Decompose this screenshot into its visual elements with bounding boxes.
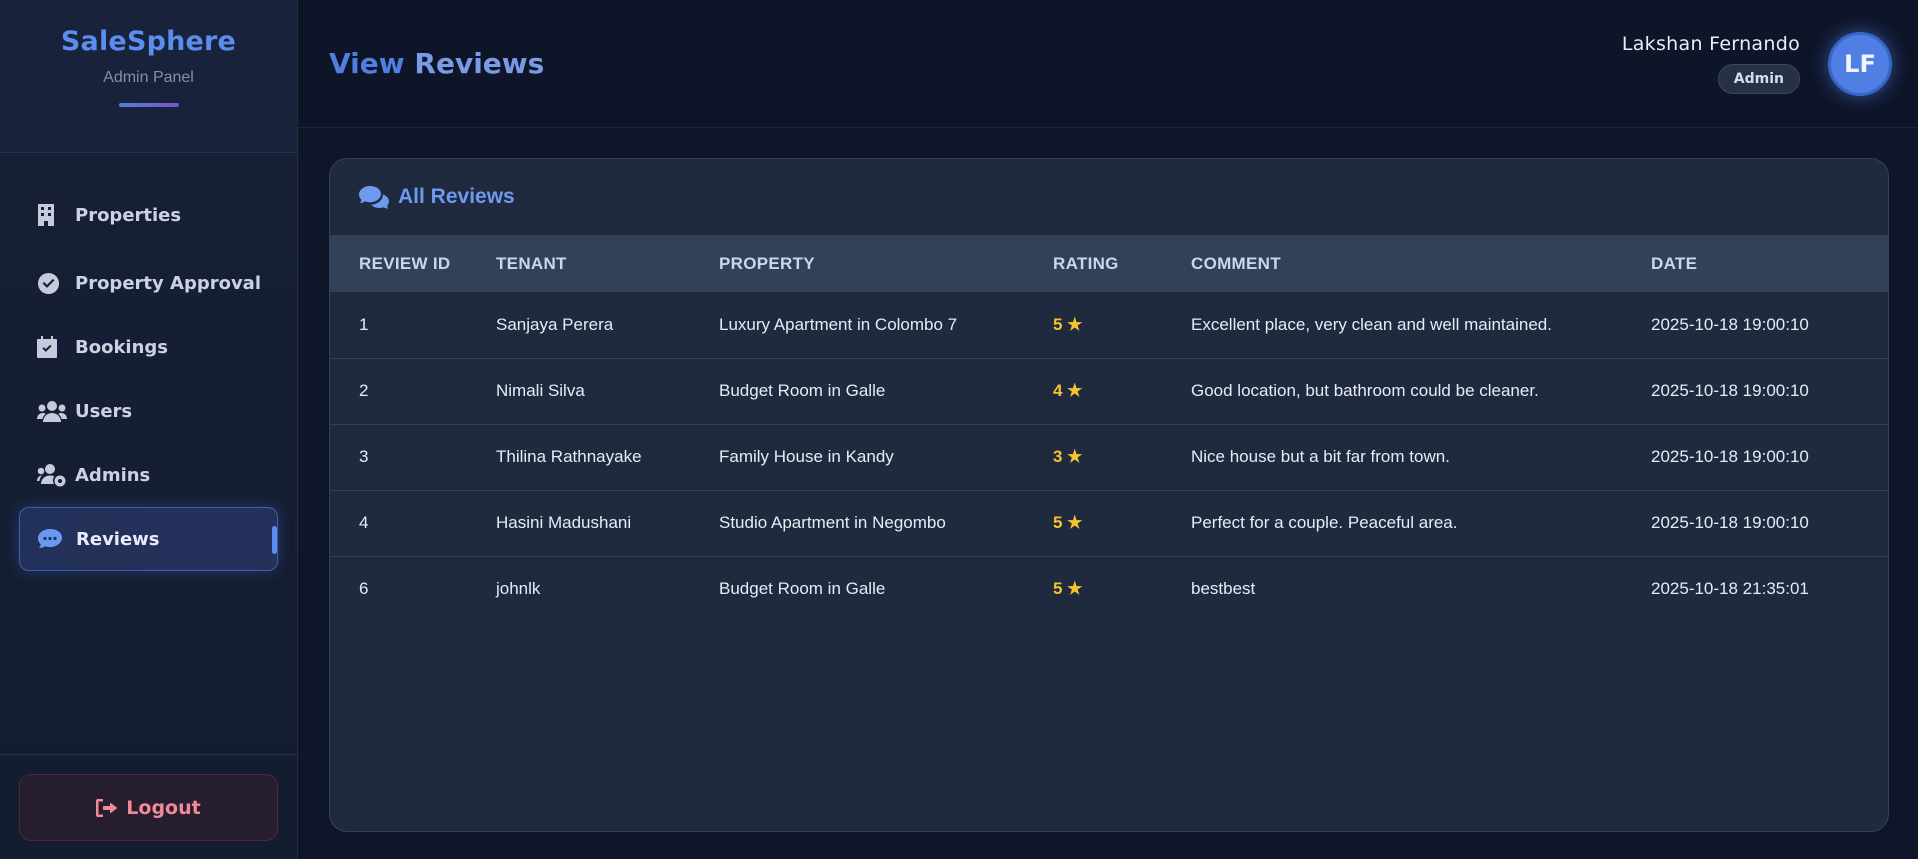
cell-tenant: Sanjaya Perera bbox=[496, 292, 719, 359]
cell-date: 2025-10-18 19:00:10 bbox=[1651, 358, 1888, 425]
cell-review-id: 4 bbox=[330, 490, 496, 557]
brand-underline bbox=[118, 103, 179, 107]
cell-comment: Perfect for a couple. Peaceful area. bbox=[1191, 490, 1651, 557]
brand-subtitle: Admin Panel bbox=[103, 69, 194, 86]
table-header-row: REVIEW ID TENANT PROPERTY RATING COMMENT… bbox=[330, 235, 1888, 292]
cell-property: Studio Apartment in Negombo bbox=[719, 490, 1053, 557]
page-title-part1: View bbox=[329, 47, 405, 80]
user-name: Lakshan Fernando bbox=[1621, 33, 1800, 55]
sidebar-item-users[interactable]: Users bbox=[19, 379, 278, 443]
users-icon bbox=[37, 400, 67, 422]
sidebar-footer: Logout bbox=[0, 754, 297, 859]
cell-comment: Nice house but a bit far from town. bbox=[1191, 424, 1651, 491]
cell-date: 2025-10-18 19:00:10 bbox=[1651, 424, 1888, 491]
building-icon bbox=[37, 204, 67, 226]
sidebar-item-property-approval[interactable]: Property Approval bbox=[19, 251, 278, 315]
active-indicator bbox=[272, 526, 277, 554]
cell-rating: 3 ★ bbox=[1053, 424, 1191, 491]
cell-property: Budget Room in Galle bbox=[719, 358, 1053, 425]
sidebar-nav: Properties Property Approval Bookings Us… bbox=[0, 153, 297, 579]
cell-date: 2025-10-18 21:35:01 bbox=[1651, 579, 1809, 599]
table-row: 1 Sanjaya Perera Luxury Apartment in Col… bbox=[330, 292, 1888, 359]
app: SaleSphere Admin Panel Properties Proper… bbox=[0, 0, 1918, 859]
card-header: All Reviews bbox=[330, 159, 1888, 235]
sidebar-item-properties[interactable]: Properties bbox=[19, 183, 278, 247]
page-title: View Reviews bbox=[329, 47, 544, 80]
cell-comment: Excellent place, very clean and well mai… bbox=[1191, 292, 1651, 359]
col-review-id: REVIEW ID bbox=[359, 253, 451, 273]
cell-rating: 5 ★ bbox=[1053, 292, 1191, 359]
card-title: All Reviews bbox=[398, 185, 515, 208]
col-tenant: TENANT bbox=[496, 253, 567, 273]
role-badge: Admin bbox=[1717, 64, 1800, 94]
content: All Reviews REVIEW ID TENANT PROPERTY RA… bbox=[298, 128, 1918, 858]
col-date: DATE bbox=[1651, 253, 1698, 273]
sidebar-item-label: Bookings bbox=[75, 336, 169, 358]
calendar-check-icon bbox=[37, 336, 67, 358]
cell-property: Family House in Kandy bbox=[719, 424, 1053, 491]
sidebar-item-admins[interactable]: Admins bbox=[19, 443, 278, 507]
users-cog-icon bbox=[37, 463, 67, 487]
cell-tenant: Hasini Madushani bbox=[496, 490, 719, 557]
user-meta: Lakshan Fernando Admin bbox=[1622, 33, 1800, 94]
check-circle-icon bbox=[37, 272, 67, 295]
cell-review-id: 6 bbox=[359, 579, 369, 599]
topbar: View Reviews Lakshan Fernando Admin LF bbox=[298, 0, 1918, 128]
cell-property: Luxury Apartment in Colombo 7 bbox=[719, 292, 1053, 359]
sidebar-item-label: Property Approval bbox=[75, 272, 262, 294]
cell-date: 2025-10-18 19:00:10 bbox=[1651, 292, 1888, 359]
cell-rating: 5 ★ bbox=[1053, 579, 1083, 599]
cell-review-id: 3 bbox=[330, 424, 496, 491]
cell-rating: 5 ★ bbox=[1053, 490, 1191, 557]
table-row: 2 Nimali Silva Budget Room in Galle 4 ★ … bbox=[330, 358, 1888, 425]
sidebar-item-label: Admins bbox=[75, 464, 151, 486]
cell-review-id: 1 bbox=[330, 292, 496, 359]
comment-dots-icon bbox=[38, 528, 68, 550]
sidebar-item-label: Properties bbox=[75, 204, 182, 226]
col-property: PROPERTY bbox=[719, 253, 815, 273]
col-comment: COMMENT bbox=[1191, 253, 1281, 273]
reviews-table: REVIEW ID TENANT PROPERTY RATING COMMENT… bbox=[330, 235, 1888, 622]
page-title-part2: Reviews bbox=[414, 47, 545, 80]
table-row: 6 johnlk Budget Room in Galle 5 ★ bestbe… bbox=[330, 556, 1888, 622]
cell-rating: 4 ★ bbox=[1053, 358, 1191, 425]
brand-name: SaleSphere bbox=[60, 26, 237, 57]
reviews-card: All Reviews REVIEW ID TENANT PROPERTY RA… bbox=[329, 158, 1889, 832]
user-box: Lakshan Fernando Admin LF bbox=[1622, 31, 1892, 96]
cell-tenant: Nimali Silva bbox=[496, 358, 719, 425]
sidebar-item-label: Reviews bbox=[76, 528, 160, 550]
comments-icon bbox=[359, 186, 389, 209]
avatar[interactable]: LF bbox=[1828, 31, 1892, 96]
table-row: 4 Hasini Madushani Studio Apartment in N… bbox=[330, 490, 1888, 557]
sidebar-item-bookings[interactable]: Bookings bbox=[19, 315, 278, 379]
cell-comment: Good location, but bathroom could be cle… bbox=[1191, 358, 1651, 425]
brand: SaleSphere Admin Panel bbox=[0, 0, 297, 153]
table-row: 3 Thilina Rathnayake Family House in Kan… bbox=[330, 424, 1888, 491]
cell-tenant: Thilina Rathnayake bbox=[496, 424, 719, 491]
sidebar-item-label: Users bbox=[75, 400, 133, 422]
logout-label: Logout bbox=[126, 796, 201, 819]
cell-date: 2025-10-18 19:00:10 bbox=[1651, 490, 1888, 557]
cell-property: Budget Room in Galle bbox=[719, 579, 886, 599]
sidebar-item-reviews[interactable]: Reviews bbox=[19, 507, 278, 571]
cell-review-id: 2 bbox=[330, 358, 496, 425]
logout-button[interactable]: Logout bbox=[19, 774, 278, 841]
sidebar: SaleSphere Admin Panel Properties Proper… bbox=[0, 0, 298, 859]
main: View Reviews Lakshan Fernando Admin LF A… bbox=[298, 0, 1918, 859]
cell-comment: bestbest bbox=[1191, 579, 1256, 599]
col-rating: RATING bbox=[1053, 253, 1119, 273]
sign-out-icon bbox=[96, 798, 118, 817]
cell-tenant: johnlk bbox=[496, 579, 541, 599]
